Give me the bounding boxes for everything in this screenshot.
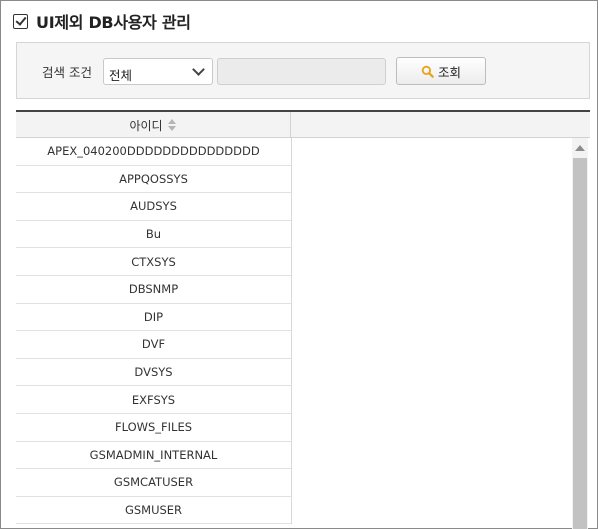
search-keyword-input[interactable]: [217, 58, 386, 85]
table-row[interactable]: GSMADMIN_INTERNAL: [16, 441, 292, 470]
scroll-up-arrow-icon[interactable]: [575, 145, 585, 151]
column-header-id[interactable]: 아이디: [16, 112, 291, 138]
table-row[interactable]: GSMCATUSER: [16, 469, 292, 497]
chevron-down-icon: [192, 63, 205, 76]
table-row[interactable]: DIP: [16, 303, 292, 332]
scrollbar-thumb[interactable]: [573, 158, 587, 529]
table-row[interactable]: DVSYS: [16, 358, 292, 387]
page-title: UI제외 DB사용자 관리: [36, 13, 191, 32]
search-condition-select[interactable]: 전체: [103, 58, 213, 85]
sort-icon[interactable]: [167, 118, 177, 132]
grid-header-filler: [292, 112, 590, 138]
search-icon: [421, 65, 434, 78]
table-row[interactable]: CTXSYS: [16, 248, 292, 276]
grid-header: 아이디: [16, 112, 590, 138]
grid-body: APEX_040200DDDDDDDDDDDDDDD APPQOSSYS AUD…: [16, 138, 590, 529]
checkbox-icon: [13, 13, 28, 29]
search-panel: 검색 조건 전체 조회: [16, 42, 590, 99]
table-row[interactable]: FLOWS_FILES: [16, 413, 292, 442]
vertical-scrollbar[interactable]: [572, 138, 588, 529]
table-row[interactable]: AUDSYS: [16, 193, 292, 221]
grid-rows: APEX_040200DDDDDDDDDDDDDDD APPQOSSYS AUD…: [16, 138, 292, 525]
window-frame: UI제외 DB사용자 관리 검색 조건 전체 조회 아이디 APEX_04020…: [0, 0, 598, 529]
table-row[interactable]: EXFSYS: [16, 386, 292, 414]
user-grid: 아이디 APEX_040200DDDDDDDDDDDDDDD APPQOSSYS…: [16, 110, 590, 529]
table-row[interactable]: APEX_040200DDDDDDDDDDDDDDD: [16, 138, 292, 166]
page-title-bar: UI제외 DB사용자 관리: [13, 9, 191, 33]
search-condition-value: 전체: [109, 68, 133, 83]
table-row[interactable]: APPQOSSYS: [16, 165, 292, 194]
table-row[interactable]: DBSNMP: [16, 275, 292, 304]
search-button-label: 조회: [437, 64, 461, 80]
table-row[interactable]: GSMUSER: [16, 496, 292, 525]
table-row[interactable]: Bu: [16, 220, 292, 249]
search-button[interactable]: 조회: [396, 57, 486, 85]
column-header-label: 아이디: [129, 118, 163, 133]
search-condition-label: 검색 조건: [42, 65, 92, 80]
table-row[interactable]: DVF: [16, 331, 292, 359]
